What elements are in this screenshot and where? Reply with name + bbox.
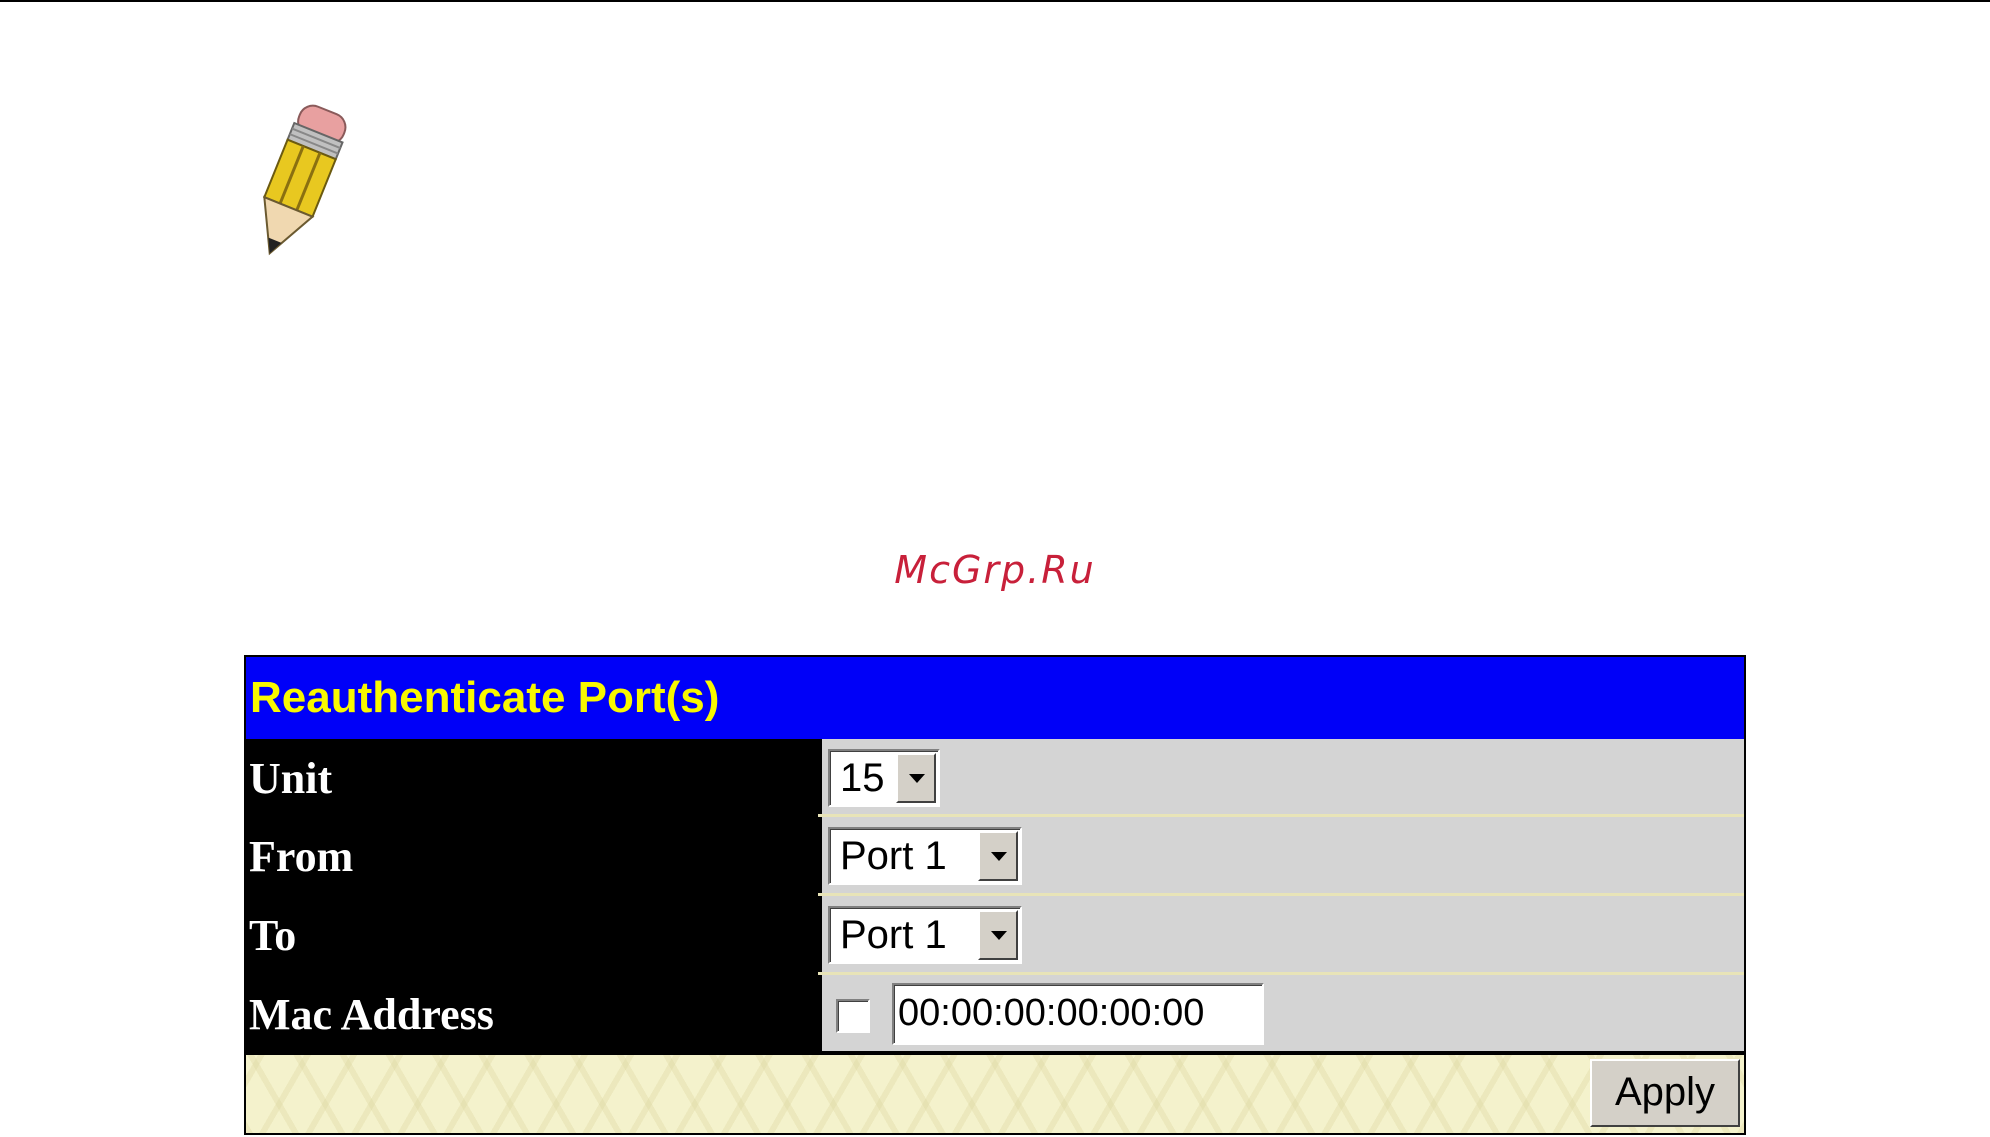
- unit-select[interactable]: 15: [828, 749, 940, 807]
- top-rule: [0, 0, 1990, 2]
- to-port-select[interactable]: Port 1: [828, 906, 1022, 964]
- mac-address-row: Mac Address 00:00:00:00:00:00: [246, 975, 1744, 1051]
- pencil-icon: [263, 104, 347, 256]
- unit-value-cell: 15: [818, 739, 1744, 815]
- apply-button[interactable]: Apply: [1590, 1059, 1740, 1127]
- watermark-text: McGrp.Ru: [894, 548, 1096, 592]
- mac-address-checkbox[interactable]: [836, 999, 870, 1033]
- chevron-down-icon[interactable]: [978, 910, 1018, 960]
- from-row: From Port 1: [246, 817, 1744, 893]
- from-port-select[interactable]: Port 1: [828, 827, 1022, 885]
- to-value-cell: Port 1: [818, 896, 1744, 972]
- mac-address-label: Mac Address: [246, 975, 818, 1051]
- chevron-down-icon[interactable]: [896, 753, 936, 803]
- from-value-cell: Port 1: [818, 817, 1744, 893]
- chevron-down-icon[interactable]: [978, 831, 1018, 881]
- from-label: From: [246, 817, 818, 893]
- mac-address-value-cell: 00:00:00:00:00:00: [818, 975, 1744, 1051]
- unit-row: Unit 15: [246, 739, 1744, 815]
- reauthenticate-panel: Reauthenticate Port(s) Unit 15 From Port…: [244, 655, 1746, 1135]
- from-select-value: Port 1: [840, 834, 947, 878]
- to-select-value: Port 1: [840, 913, 947, 957]
- unit-select-value: 15: [840, 756, 885, 800]
- unit-label: Unit: [246, 739, 818, 815]
- panel-title: Reauthenticate Port(s): [246, 657, 1744, 739]
- panel-footer: Apply: [246, 1055, 1744, 1133]
- to-row: To Port 1: [246, 896, 1744, 972]
- to-label: To: [246, 896, 818, 972]
- mac-address-input[interactable]: 00:00:00:00:00:00: [892, 983, 1264, 1045]
